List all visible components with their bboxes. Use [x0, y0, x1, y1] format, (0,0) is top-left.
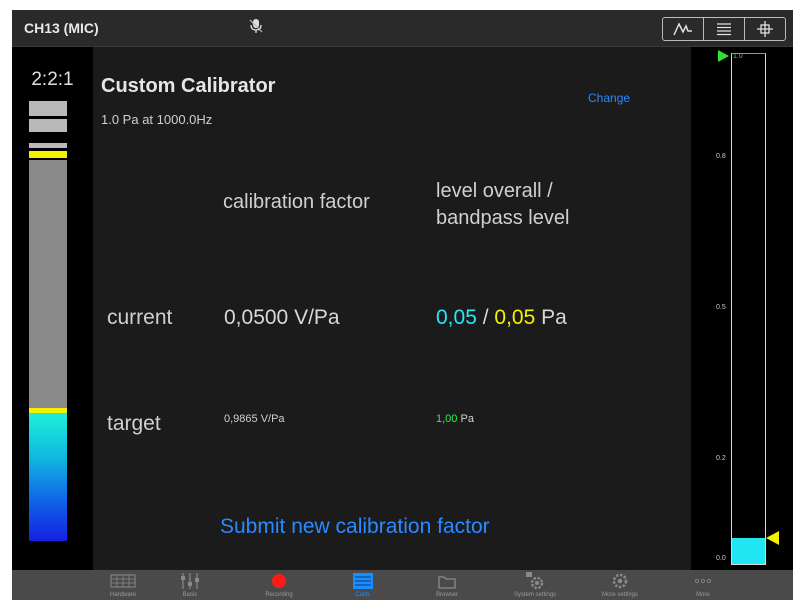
- toolbar-item-label: Calib.: [355, 592, 371, 598]
- toolbar-item-label: More: [696, 592, 710, 598]
- toolbar-item-label: Hardware: [109, 592, 136, 598]
- meter-block: [29, 119, 67, 132]
- current-row-label: current: [107, 306, 173, 329]
- input-level-meter: 2:2:1: [12, 47, 93, 570]
- overall-level-value: 0,05: [436, 306, 477, 329]
- hardware-grid-icon: [90, 572, 156, 590]
- settings-gear-icon: [587, 572, 653, 590]
- toolbar-item-label: Basic: [182, 592, 198, 598]
- waveform-icon[interactable]: [663, 18, 704, 40]
- faders-icon: [157, 572, 223, 590]
- ratio-readout: 2:2:1: [31, 69, 74, 90]
- scale-tick-label: 1.0: [733, 53, 743, 60]
- list-icon[interactable]: [704, 18, 745, 40]
- scale-frame: [731, 53, 766, 565]
- target-level-value: 1,00: [436, 413, 458, 425]
- level-header: level overall / bandpass level: [436, 178, 569, 232]
- change-calibrator-link[interactable]: Change: [588, 91, 630, 105]
- toolbar-item-recording[interactable]: Recording: [246, 570, 312, 600]
- target-row-label: target: [107, 412, 161, 435]
- target-calibration-factor: 0,9865 V/Pa: [224, 413, 285, 425]
- scale-tick-label: 0.8: [716, 153, 726, 161]
- scale-tick-label: 0.5: [716, 304, 726, 311]
- meter-bar: [29, 160, 67, 541]
- calibration-icon: [330, 572, 396, 590]
- view-toggle: [662, 17, 786, 41]
- top-bar: CH13 (MIC): [12, 10, 793, 47]
- app-window: CH13 (MIC) 2:2:1 Custom Calibrator 1.0 P…: [12, 10, 793, 600]
- scale-tick-label: 0.2: [716, 454, 726, 462]
- microphone-muted-icon[interactable]: [248, 18, 264, 34]
- scale-fill: [732, 538, 765, 564]
- level-unit: Pa: [535, 306, 567, 329]
- browser-icon: [414, 572, 480, 590]
- toolbar-item-label: System settings: [513, 592, 557, 598]
- toolbar-item-more[interactable]: More: [670, 570, 736, 600]
- toolbar-item-more-settings[interactable]: More settings: [587, 570, 653, 600]
- toolbar-item-label: More settings: [601, 592, 638, 598]
- peak-marker: [29, 151, 67, 158]
- submit-calibration-button[interactable]: Submit new calibration factor: [220, 515, 490, 539]
- meter-block: [29, 101, 67, 116]
- level-header-line1: level overall /: [436, 180, 553, 202]
- calibrator-subtitle: 1.0 Pa at 1000.0Hz: [101, 112, 213, 127]
- bandpass-level-value: 0,05: [494, 306, 536, 329]
- level-separator: /: [476, 306, 495, 329]
- target-top-marker: [718, 50, 729, 62]
- meter-block: [29, 143, 67, 148]
- level-header-line2: bandpass level: [436, 207, 570, 229]
- target-level-unit: Pa: [457, 413, 474, 425]
- calibration-panel: Custom Calibrator 1.0 Pa at 1000.0Hz Cha…: [93, 47, 691, 570]
- calibration-factor-header: calibration factor: [223, 191, 370, 213]
- current-level: 0,05 / 0,05 Pa: [436, 306, 567, 330]
- target-level: 1,00 Pa: [436, 413, 474, 425]
- toolbar-item-browser[interactable]: Browser: [414, 570, 480, 600]
- more-dots-icon: [670, 572, 736, 590]
- channel-title: CH13 (MIC): [24, 20, 99, 36]
- current-calibration-factor: 0,0500 V/Pa: [224, 306, 340, 329]
- toolbar-item-hardware[interactable]: Hardware: [90, 570, 156, 600]
- crosshair-icon[interactable]: [745, 18, 785, 40]
- level-marker: [29, 408, 67, 413]
- toolbar-item-system-settings[interactable]: System settings: [502, 570, 568, 600]
- toolbar-item-label: Recording: [265, 592, 293, 598]
- calibrator-title: Custom Calibrator: [101, 75, 276, 97]
- toolbar-item-label: Browser: [435, 592, 458, 598]
- calibration-scale: 1.0 0.8 0.5 0.2 0.0: [691, 47, 793, 570]
- bottom-toolbar: Hardware Basic Recording Calib. Browser Syste…: [12, 570, 793, 600]
- record-icon: [246, 572, 312, 590]
- level-pointer-marker: [766, 531, 779, 545]
- toolbar-item-calib[interactable]: Calib.: [330, 570, 396, 600]
- toolbar-item-basic[interactable]: Basic: [157, 570, 223, 600]
- system-settings-icon: [502, 572, 568, 590]
- scale-tick-label: 0.0: [716, 555, 726, 562]
